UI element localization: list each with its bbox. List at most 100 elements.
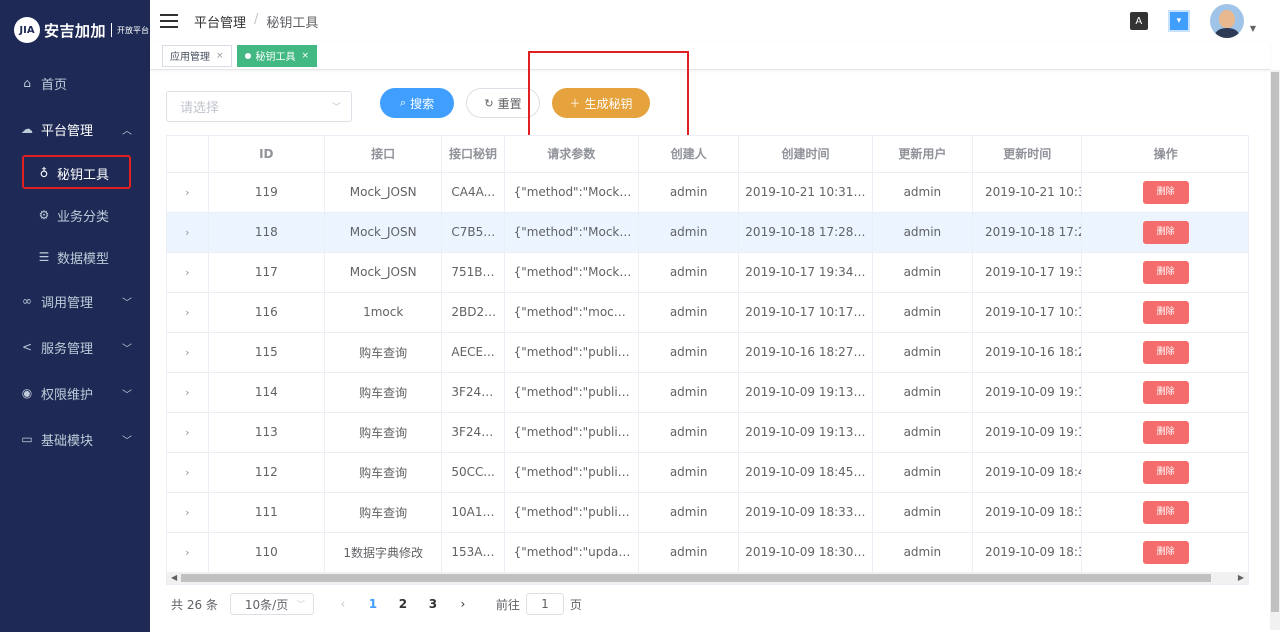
cell-id: 112 (208, 452, 326, 493)
cell-actions: 删除 (1081, 292, 1248, 333)
table-row[interactable]: › 115 购车查询 AECE... {"method":"publish",... ad… (167, 332, 1248, 373)
expand-row-icon[interactable]: › (167, 492, 209, 533)
chevron-up-icon: ︿ (122, 125, 132, 137)
scroll-right-icon[interactable]: ▶ (1238, 572, 1244, 584)
breadcrumb-item[interactable]: 平台管理 (194, 12, 246, 31)
expand-row-icon[interactable]: › (167, 212, 209, 253)
table-row[interactable]: › 111 购车查询 10A1D... {"method":"publish",... a… (167, 492, 1248, 533)
column-header[interactable]: 更新用户 (872, 136, 974, 173)
cell-interface: Mock_JOSN (324, 172, 443, 213)
delete-button[interactable]: 删除 (1142, 260, 1189, 284)
cell-params: {"method":"mock1",... (504, 292, 639, 333)
cell-params: {"method":"update",... (504, 532, 639, 573)
cell-id: 115 (208, 332, 326, 373)
table-row[interactable]: › 110 1数据字典修改 153A2... {"method":"update",..… (167, 532, 1248, 573)
column-header[interactable]: 创建时间 (738, 136, 873, 173)
cell-updated-time: 2019-10-09 18:33:25 (972, 492, 1083, 533)
sidebar-item-base-module[interactable]: ▭ 基础模块 ﹀ (0, 416, 150, 462)
search-icon: ⌕ (399, 96, 407, 109)
expand-row-icon[interactable]: › (167, 292, 209, 333)
delete-button[interactable]: 删除 (1142, 500, 1189, 524)
cell-actions: 删除 (1081, 332, 1248, 373)
cell-creator: admin (638, 452, 740, 493)
logo[interactable]: JIA 安吉加加 开放平台 (0, 0, 150, 60)
sidebar-item-platform-management[interactable]: ☁ 平台管理 ︿ (0, 106, 150, 152)
vertical-scrollbar[interactable] (1270, 70, 1280, 630)
column-header[interactable]: 请求参数 (504, 136, 639, 173)
next-page-button[interactable]: › (448, 597, 478, 611)
generate-key-button-label: 生成秘钥 (584, 96, 633, 111)
pagination-total: 共 26 条 (171, 597, 218, 612)
table-row[interactable]: › 116 1mock 2BD27... {"method":"mock1",... ad… (167, 292, 1248, 333)
translate-icon[interactable]: A (1129, 12, 1148, 30)
header-actions: A ▾ ▼ (1129, 4, 1256, 38)
table-row[interactable]: › 118 Mock_JOSN C7B56... {"method":"Mock_J..… (167, 212, 1248, 253)
cell-interface: 购车查询 (324, 332, 443, 373)
delete-button[interactable]: 删除 (1142, 340, 1189, 364)
sidebar-item-data-model[interactable]: ☰ 数据模型 (0, 236, 150, 278)
tag-app-management[interactable]: 应用管理 × (162, 44, 232, 67)
sidebar-item-permission[interactable]: ◉ 权限维护 ﹀ (0, 370, 150, 416)
tag-label: 秘钥工具 (255, 52, 296, 63)
close-icon[interactable]: × (302, 51, 310, 61)
expand-row-icon[interactable]: › (167, 172, 209, 213)
sidebar-item-label: 业务分类 (57, 209, 110, 225)
delete-button[interactable]: 删除 (1142, 420, 1189, 444)
table-row[interactable]: › 112 购车查询 50CC... {"method":"publish",... ad… (167, 452, 1248, 493)
caret-down-icon[interactable]: ▼ (1250, 24, 1256, 33)
cell-key: 153A2... (441, 532, 505, 573)
cell-creator: admin (638, 492, 740, 533)
close-icon[interactable]: × (216, 51, 224, 61)
cell-updated-time: 2019-10-09 19:13:45 (972, 412, 1083, 453)
tag-key-tool[interactable]: 秘钥工具 × (236, 44, 318, 67)
table-row[interactable]: › 114 购车查询 3F241... {"method":"publish",... a… (167, 372, 1248, 413)
reset-button[interactable]: ↻ 重置 (466, 88, 540, 118)
sidebar-item-business-category[interactable]: ⚙ 业务分类 (0, 194, 150, 236)
expand-row-icon[interactable]: › (167, 452, 209, 493)
prev-page-button[interactable]: ‹ (328, 597, 358, 611)
cell-updater: admin (872, 292, 974, 333)
sidebar-item-key-tool[interactable]: ♁ 秘钥工具 (0, 152, 150, 194)
horizontal-scrollbar[interactable]: ◀ ▶ (167, 572, 1248, 584)
delete-button[interactable]: 删除 (1142, 300, 1189, 324)
scrollbar-thumb[interactable] (1271, 72, 1279, 612)
expand-row-icon[interactable]: › (167, 532, 209, 573)
expand-row-icon[interactable]: › (167, 412, 209, 453)
delete-button[interactable]: 删除 (1142, 380, 1189, 404)
delete-button[interactable]: 删除 (1142, 540, 1189, 564)
column-header[interactable]: 接口 (324, 136, 443, 173)
page-number[interactable]: 3 (418, 597, 448, 611)
interface-select[interactable]: 请选择 ﹀ (166, 91, 352, 122)
cell-params: {"method":"Mock_J... (504, 172, 639, 213)
expand-row-icon[interactable]: › (167, 372, 209, 413)
scroll-left-icon[interactable]: ◀ (171, 572, 177, 584)
scrollbar-thumb[interactable] (181, 574, 1211, 582)
sidebar-item-call-management[interactable]: ∞ 调用管理 ﹀ (0, 278, 150, 324)
page-number[interactable]: 2 (388, 597, 418, 611)
avatar[interactable] (1209, 4, 1244, 38)
expand-row-icon[interactable]: › (167, 332, 209, 373)
sidebar-item-home[interactable]: ⌂ 首页 (0, 60, 150, 106)
table-row[interactable]: › 119 Mock_JOSN CA4A... {"method":"Mock_J...… (167, 172, 1248, 213)
sidebar-item-service-management[interactable]: < 服务管理 ﹀ (0, 324, 150, 370)
cell-creator: admin (638, 172, 740, 213)
search-button[interactable]: ⌕ 搜索 (380, 88, 454, 118)
delete-button[interactable]: 删除 (1142, 220, 1189, 244)
generate-key-button[interactable]: ＋ 生成秘钥 (552, 88, 650, 118)
table-row[interactable]: › 117 Mock_JOSN 751BD... {"method":"Mock_J..… (167, 252, 1248, 293)
column-header[interactable]: 更新时间 (972, 136, 1083, 173)
goto-page-input[interactable]: 1 (525, 593, 564, 615)
expand-row-icon[interactable]: › (167, 252, 209, 293)
page-size-select[interactable]: 10条/页 ﹀ (229, 593, 314, 615)
home-icon: ⌂ (23, 76, 31, 90)
delete-button[interactable]: 删除 (1142, 180, 1189, 204)
fullscreen-icon[interactable]: ▾ (1167, 10, 1190, 32)
hamburger-menu-icon[interactable] (160, 14, 178, 28)
table-row[interactable]: › 113 购车查询 3F241... {"method":"publish",... a… (167, 412, 1248, 453)
delete-button[interactable]: 删除 (1142, 460, 1189, 484)
column-header[interactable]: 接口秘钥 (441, 136, 505, 173)
page-number[interactable]: 1 (358, 597, 388, 611)
column-header[interactable]: 创建人 (638, 136, 740, 173)
column-header[interactable]: ID (208, 136, 326, 173)
chevron-down-icon: ﹀ (122, 343, 132, 355)
